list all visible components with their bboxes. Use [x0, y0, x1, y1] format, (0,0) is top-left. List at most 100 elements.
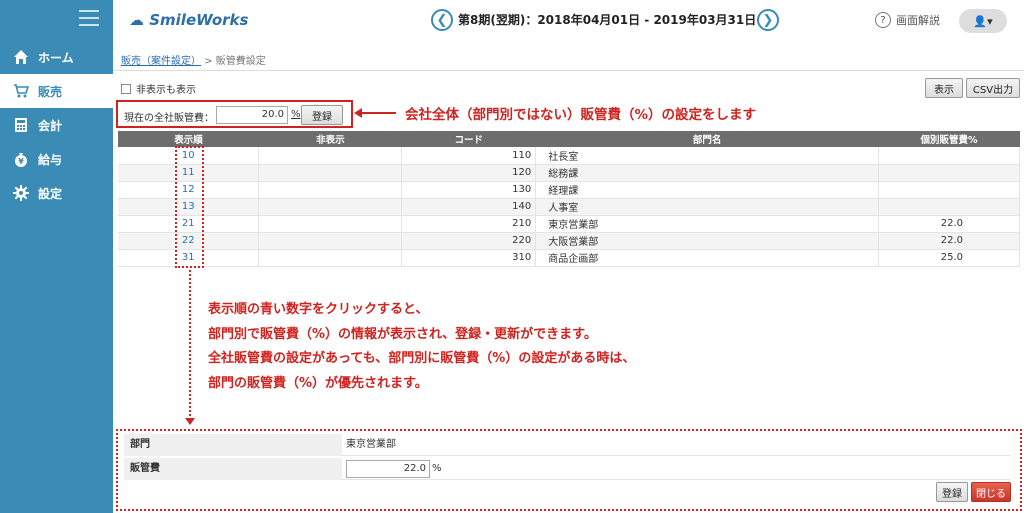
table-row: 10 110 社長室 — [118, 147, 1020, 165]
sidebar-item-label: 販売 — [38, 84, 63, 99]
breadcrumb: 販売（案件設定） > 販管費設定 — [121, 52, 266, 67]
annotation-arrow — [354, 108, 396, 118]
department-table: 表示順 非表示 コード 部門名 個別販管費% 10 110 社長室 11 120 総務課 1… — [118, 131, 1020, 267]
hidden-cell — [258, 198, 403, 216]
code-cell: 210 — [401, 215, 537, 233]
name-cell: 人事室 — [535, 198, 880, 216]
sidebar-item-settings[interactable]: 設定 — [0, 176, 113, 210]
name-cell: 東京営業部 — [535, 215, 880, 233]
show-hidden-label: 非表示も表示 — [136, 85, 196, 96]
annotation-line: 部門別で販管費（%）の情報が表示され、登録・更新ができます。 — [208, 326, 597, 342]
col-order[interactable]: 表示順 — [118, 131, 259, 147]
table-header: 表示順 非表示 コード 部門名 個別販管費% — [118, 131, 1020, 147]
detail-row-rate: 販管費 22.0 % — [124, 458, 1010, 480]
detail-dept-value: 東京営業部 — [346, 439, 396, 450]
moneybag-icon: ¥ — [12, 150, 30, 168]
annotation-order-highlight — [175, 146, 204, 268]
table-row: 21 210 東京営業部 22.0 — [118, 215, 1020, 233]
name-cell: 大阪営業部 — [535, 232, 880, 250]
table-row: 22 220 大阪営業部 22.0 — [118, 232, 1020, 250]
hidden-cell — [258, 232, 403, 250]
detail-row-department: 部門 東京営業部 — [124, 434, 1010, 456]
detail-close-button[interactable]: 閉じる — [971, 482, 1011, 502]
table-row: 11 120 総務課 — [118, 164, 1020, 182]
col-hidden[interactable]: 非表示 — [258, 131, 402, 147]
sidebar-item-accounting[interactable]: 会計 — [0, 108, 113, 142]
annotation-bottom: 表示順の青い数字をクリックすると、 部門別で販管費（%）の情報が表示され、登録・… — [208, 298, 635, 396]
detail-dept-label: 部門 — [124, 434, 342, 456]
sidebar-item-label: 給与 — [38, 152, 63, 167]
user-menu-button[interactable]: 👤▾ — [959, 9, 1007, 33]
annotation-top: 会社全体（部門別ではない）販管費（%）の設定をします — [405, 107, 757, 123]
display-button[interactable]: 表示 — [925, 78, 963, 98]
sidebar-item-home[interactable]: ホーム — [0, 40, 113, 74]
code-cell: 310 — [401, 249, 537, 267]
rate-cell — [878, 147, 1020, 165]
breadcrumb-separator: > — [204, 56, 213, 67]
rate-cell — [878, 164, 1020, 182]
company-rate-section: 現在の全社販管費： 20.0 % 登録 — [116, 100, 353, 128]
code-cell: 130 — [401, 181, 537, 199]
detail-rate-unit: % — [432, 463, 442, 474]
show-hidden-checkbox[interactable] — [121, 83, 131, 94]
hidden-cell — [258, 249, 403, 267]
calculator-icon — [12, 116, 30, 134]
help-label: 画面解説 — [896, 14, 940, 27]
question-icon: ? — [875, 12, 891, 28]
rate-cell — [878, 181, 1020, 199]
table-row: 31 310 商品企画部 25.0 — [118, 249, 1020, 267]
sidebar-item-label: ホーム — [38, 50, 74, 65]
rate-cell: 22.0 — [878, 215, 1020, 233]
sidebar-item-sales[interactable]: 販売 — [0, 74, 113, 108]
code-cell: 120 — [401, 164, 537, 182]
name-cell: 社長室 — [535, 147, 880, 165]
hidden-cell — [258, 181, 403, 199]
rate-cell: 25.0 — [878, 249, 1020, 267]
annotation-line: 部門の販管費（%）が優先されます。 — [208, 375, 428, 391]
company-rate-label: 現在の全社販管費： — [124, 113, 214, 124]
help-button[interactable]: ? 画面解説 — [875, 12, 940, 28]
sidebar-item-label: 設定 — [38, 186, 63, 201]
breadcrumb-link[interactable]: 販売（案件設定） — [121, 56, 201, 67]
rate-cell: 22.0 — [878, 232, 1020, 250]
gear-icon — [12, 184, 30, 202]
detail-rate-label: 販管費 — [124, 458, 342, 480]
company-rate-register-button[interactable]: 登録 — [301, 105, 343, 125]
csv-export-button[interactable]: CSV出力 — [966, 78, 1020, 98]
logo[interactable]: ☁ SmileWorks — [129, 11, 248, 29]
menu-icon[interactable] — [79, 10, 99, 26]
name-cell: 経理課 — [535, 181, 880, 199]
col-rate[interactable]: 個別販管費% — [878, 131, 1020, 147]
breadcrumb-current: 販管費設定 — [215, 56, 266, 67]
next-period-button[interactable]: ❯ — [757, 9, 779, 31]
name-cell: 商品企画部 — [535, 249, 880, 267]
period-title: 第8期(翌期)：2018年04月01日 - 2019年03月31日 — [458, 13, 757, 27]
company-rate-input[interactable]: 20.0 — [216, 106, 288, 124]
logo-mark-icon: ☁ — [129, 11, 144, 29]
code-cell: 140 — [401, 198, 537, 216]
cart-icon — [12, 82, 30, 100]
detail-register-button[interactable]: 登録 — [936, 482, 968, 502]
prev-period-button[interactable]: ❮ — [431, 9, 453, 31]
svg-text:¥: ¥ — [18, 157, 24, 166]
hidden-cell — [258, 215, 403, 233]
col-name[interactable]: 部門名 — [535, 131, 879, 147]
code-cell: 110 — [401, 147, 537, 165]
annotation-line: 全社販管費の設定があっても、部門別に販管費（%）の設定がある時は、 — [208, 351, 636, 366]
hidden-cell — [258, 164, 403, 182]
home-icon — [12, 48, 30, 66]
show-hidden-toggle[interactable]: 非表示も表示 — [121, 81, 196, 96]
sidebar: ホーム 販売 会計 ¥ 給与 設定 — [0, 0, 113, 513]
header: ☁ SmileWorks ❮ 第8期(翌期)：2018年04月01日 - 201… — [113, 0, 1024, 42]
sidebar-item-payroll[interactable]: ¥ 給与 — [0, 142, 113, 176]
table-row: 13 140 人事室 — [118, 198, 1020, 216]
col-code[interactable]: コード — [401, 131, 536, 147]
code-cell: 220 — [401, 232, 537, 250]
sidebar-item-label: 会計 — [38, 118, 63, 133]
hidden-cell — [258, 147, 403, 165]
company-rate-unit: % — [291, 109, 301, 120]
detail-panel: 部門 東京営業部 販管費 22.0 % 登録 閉じる — [116, 429, 1022, 511]
table-row: 12 130 経理課 — [118, 181, 1020, 199]
detail-rate-input[interactable]: 22.0 — [346, 460, 430, 478]
name-cell: 総務課 — [535, 164, 880, 182]
